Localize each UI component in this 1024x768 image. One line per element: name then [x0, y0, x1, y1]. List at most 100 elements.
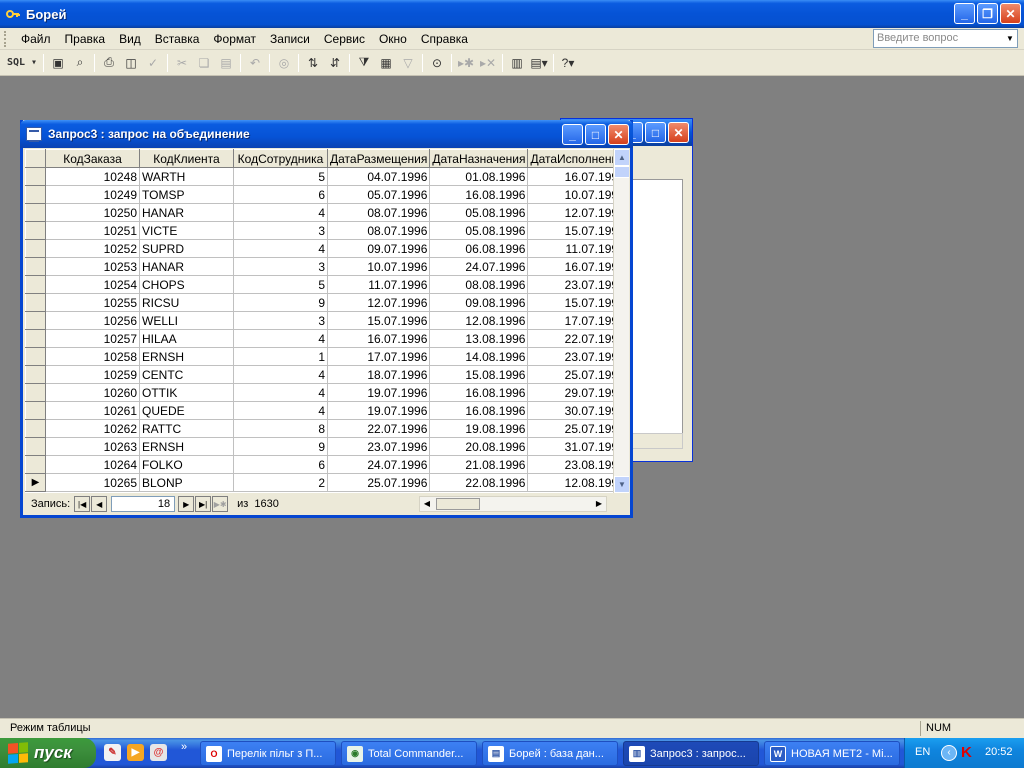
table-cell[interactable]: 9: [233, 437, 328, 456]
table-cell[interactable]: 19.07.1996: [327, 383, 431, 402]
sort-ascending-button[interactable]: ⇅: [302, 52, 324, 74]
delete-record-button[interactable]: ▸✕: [477, 52, 499, 74]
table-cell[interactable]: 09.08.1996: [429, 293, 529, 312]
table-cell[interactable]: 25.07.1996: [327, 473, 431, 492]
menu-grip[interactable]: [4, 30, 8, 47]
table-row[interactable]: 10256 WELLI 3 15.07.1996 12.08.1996 17.07.199…: [25, 311, 628, 330]
table-cell[interactable]: 19.07.1996: [327, 401, 431, 420]
record-selector[interactable]: [25, 455, 46, 474]
task-button-word[interactable]: W НОВАЯ МЕТ2 - Mi...: [764, 741, 900, 766]
table-row[interactable]: 10257 HILAA 4 16.07.1996 13.08.1996 22.07.199…: [25, 329, 628, 348]
hscroll-thumb[interactable]: [436, 498, 480, 510]
table-cell[interactable]: 10261: [45, 401, 140, 420]
kaspersky-icon[interactable]: K: [961, 745, 977, 761]
table-cell[interactable]: CHOPS: [139, 275, 234, 294]
minimize-button[interactable]: _: [954, 3, 975, 24]
table-cell[interactable]: HILAA: [139, 329, 234, 348]
table-cell[interactable]: 3: [233, 221, 328, 240]
table-cell[interactable]: CENTC: [139, 365, 234, 384]
media-player-icon[interactable]: ▶: [127, 744, 144, 761]
table-cell[interactable]: ERNSH: [139, 437, 234, 456]
show-hidden-icons-icon[interactable]: ‹: [941, 745, 957, 761]
table-cell[interactable]: 01.08.1996: [429, 167, 529, 186]
arrow-right-icon[interactable]: ▶: [592, 497, 606, 511]
table-cell[interactable]: 16.08.1996: [429, 185, 529, 204]
table-cell[interactable]: 4: [233, 383, 328, 402]
undo-button[interactable]: ↶: [244, 52, 266, 74]
table-row[interactable]: 10251 VICTE 3 08.07.1996 05.08.1996 15.07.199…: [25, 221, 628, 240]
language-indicator[interactable]: EN: [915, 746, 930, 758]
task-button-query[interactable]: ▥ Запрос3 : запрос...: [623, 741, 759, 766]
table-cell[interactable]: 23.07.1996: [327, 437, 431, 456]
record-selector[interactable]: [25, 275, 46, 294]
copy-button[interactable]: ❏: [193, 52, 215, 74]
table-cell[interactable]: 5: [233, 167, 328, 186]
menu-file[interactable]: Файл: [14, 29, 58, 49]
menu-records[interactable]: Записи: [263, 29, 317, 49]
table-cell[interactable]: 5: [233, 275, 328, 294]
table-cell[interactable]: SUPRD: [139, 239, 234, 258]
table-cell[interactable]: RICSU: [139, 293, 234, 312]
table-cell[interactable]: 20.08.1996: [429, 437, 529, 456]
table-cell[interactable]: 14.08.1996: [429, 347, 529, 366]
table-cell[interactable]: 04.07.1996: [327, 167, 431, 186]
menu-tools[interactable]: Сервис: [317, 29, 372, 49]
horizontal-scrollbar[interactable]: ◀ ▶: [419, 496, 607, 512]
table-cell[interactable]: 4: [233, 203, 328, 222]
table-cell[interactable]: 05.08.1996: [429, 203, 529, 222]
notepad-icon[interactable]: ✎: [104, 744, 121, 761]
table-cell[interactable]: 15.08.1996: [429, 365, 529, 384]
record-selector[interactable]: [25, 293, 46, 312]
table-cell[interactable]: 10.07.1996: [327, 257, 431, 276]
previous-record-button[interactable]: ◀: [91, 496, 108, 512]
hyperlink-button[interactable]: ◎: [273, 52, 295, 74]
table-cell[interactable]: 4: [233, 329, 328, 348]
database-window-close-button[interactable]: ✕: [668, 122, 689, 143]
record-selector[interactable]: [25, 329, 46, 348]
record-selector[interactable]: [25, 383, 46, 402]
table-cell[interactable]: 10260: [45, 383, 140, 402]
query-close-button[interactable]: ✕: [608, 124, 629, 145]
last-record-button[interactable]: ▶|: [195, 496, 212, 512]
table-cell[interactable]: 10256: [45, 311, 140, 330]
record-selector[interactable]: [25, 401, 46, 420]
database-window-maximize-button[interactable]: □: [645, 122, 666, 143]
record-selector[interactable]: [25, 437, 46, 456]
table-cell[interactable]: 10263: [45, 437, 140, 456]
table-cell[interactable]: 22.08.1996: [429, 473, 529, 492]
filter-by-form-button[interactable]: ▦: [375, 52, 397, 74]
file-search-button[interactable]: ⌕: [69, 52, 91, 74]
table-cell[interactable]: 10250: [45, 203, 140, 222]
scroll-down-button[interactable]: ▼: [614, 476, 629, 493]
menu-format[interactable]: Формат: [206, 29, 263, 49]
table-cell[interactable]: WARTH: [139, 167, 234, 186]
table-cell[interactable]: 21.08.1996: [429, 455, 529, 474]
help-button[interactable]: ?▾: [557, 52, 579, 74]
table-row[interactable]: 10249 TOMSP 6 05.07.1996 16.08.1996 10.07.199…: [25, 185, 628, 204]
table-row[interactable]: 10259 CENTC 4 18.07.1996 15.08.1996 25.07.199…: [25, 365, 628, 384]
start-button[interactable]: пуск: [0, 738, 96, 768]
table-cell[interactable]: 08.08.1996: [429, 275, 529, 294]
scroll-thumb[interactable]: [614, 166, 629, 178]
new-object-button[interactable]: ▤▾: [528, 52, 550, 74]
table-cell[interactable]: 15.07.1996: [327, 311, 431, 330]
record-selector[interactable]: [25, 347, 46, 366]
email-icon[interactable]: @: [150, 744, 167, 761]
table-cell[interactable]: TOMSP: [139, 185, 234, 204]
table-cell[interactable]: 10248: [45, 167, 140, 186]
column-header[interactable]: КодЗаказа: [45, 149, 140, 168]
table-cell[interactable]: 10255: [45, 293, 140, 312]
current-record-input[interactable]: 18: [111, 496, 176, 512]
table-cell[interactable]: RATTC: [139, 419, 234, 438]
table-cell[interactable]: 9: [233, 293, 328, 312]
scroll-up-button[interactable]: ▲: [614, 149, 629, 166]
table-cell[interactable]: VICTE: [139, 221, 234, 240]
table-cell[interactable]: 10251: [45, 221, 140, 240]
table-cell[interactable]: QUEDE: [139, 401, 234, 420]
menu-view[interactable]: Вид: [112, 29, 148, 49]
table-cell[interactable]: 6: [233, 455, 328, 474]
table-cell[interactable]: 6: [233, 185, 328, 204]
column-header[interactable]: КодСотрудника: [233, 149, 328, 168]
table-row[interactable]: 10258 ERNSH 1 17.07.1996 14.08.1996 23.07.199…: [25, 347, 628, 366]
table-cell[interactable]: 2: [233, 473, 328, 492]
